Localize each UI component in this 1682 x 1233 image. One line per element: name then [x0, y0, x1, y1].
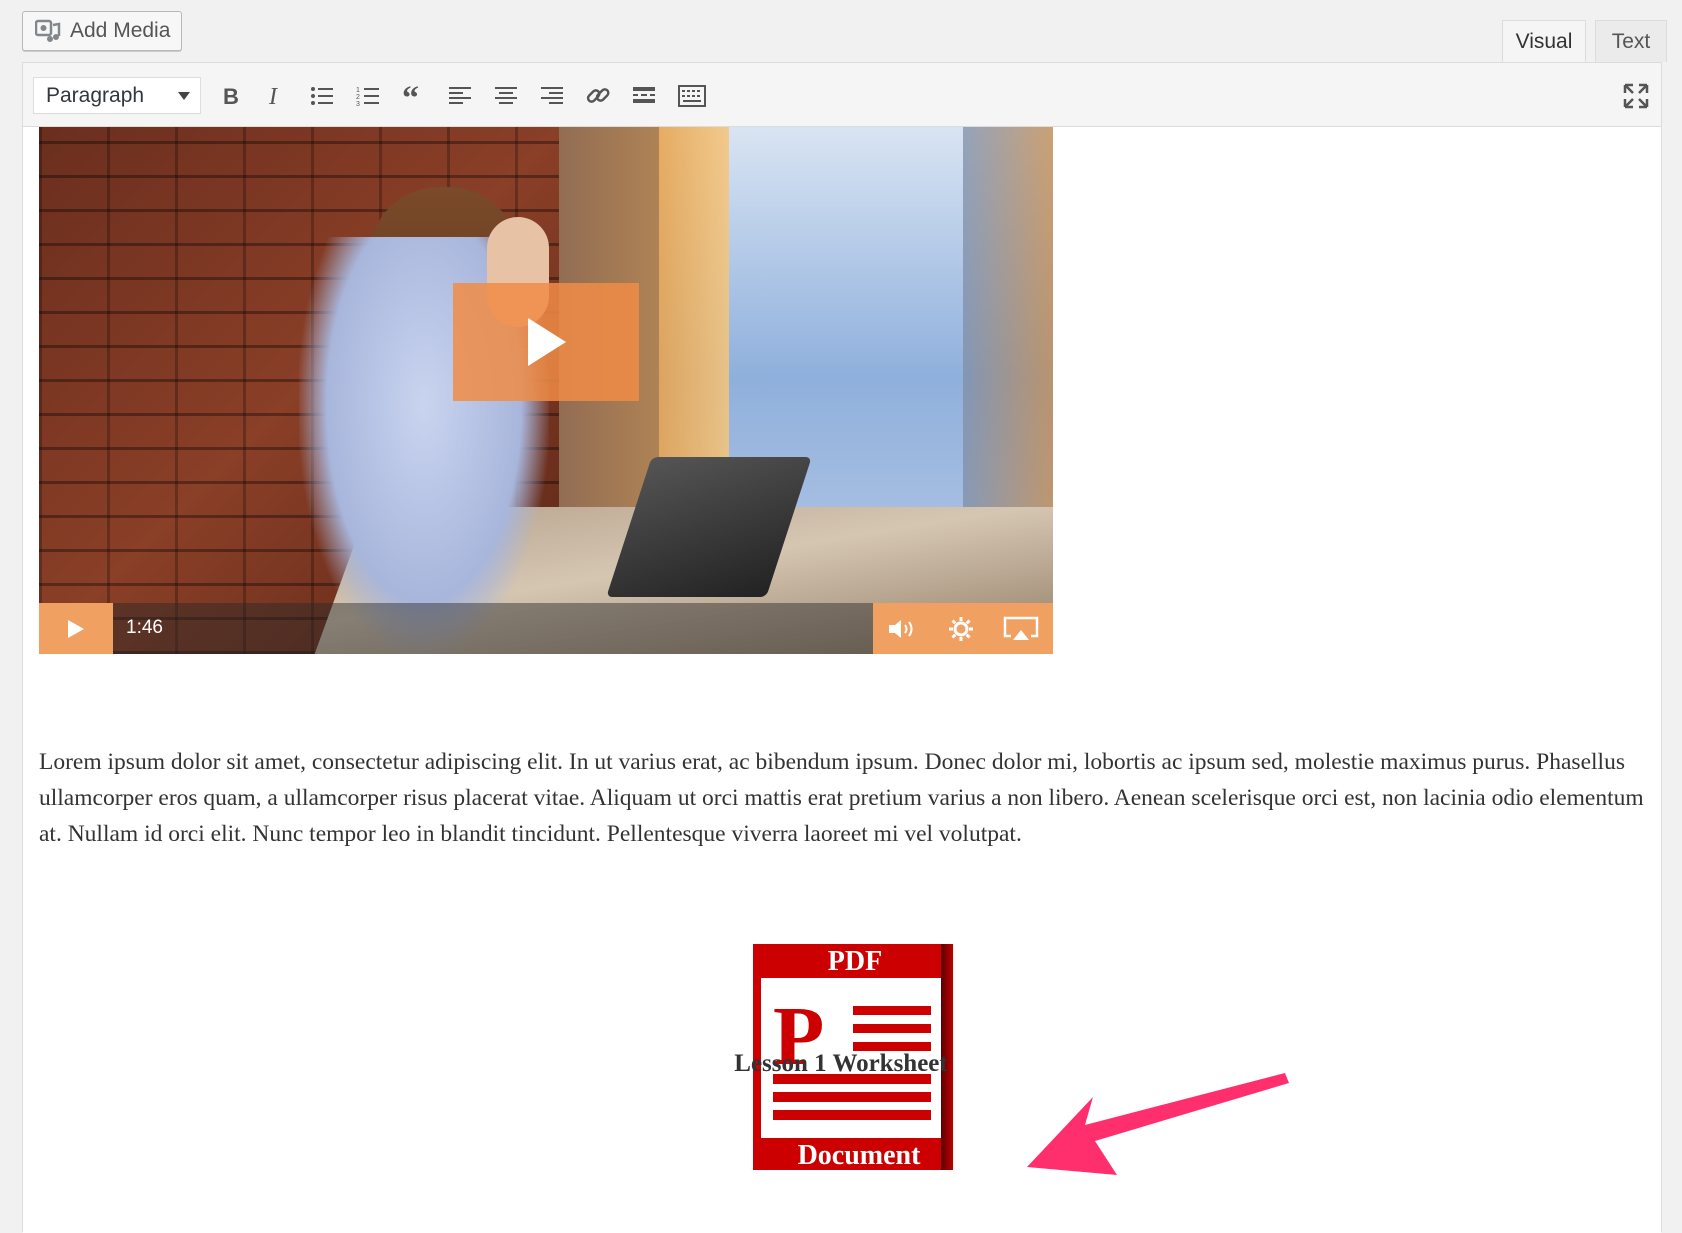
bulleted-list-button[interactable] — [305, 79, 339, 113]
svg-text:“: “ — [402, 85, 419, 107]
play-icon — [528, 318, 566, 366]
toolbar-toggle-button[interactable] — [675, 79, 709, 113]
italic-button[interactable]: I — [259, 79, 293, 113]
svg-text:1: 1 — [356, 87, 360, 94]
svg-text:2: 2 — [356, 94, 360, 101]
align-center-button[interactable] — [489, 79, 523, 113]
expand-icon — [1623, 83, 1649, 109]
read-more-button[interactable] — [627, 79, 661, 113]
add-media-label: Add Media — [70, 19, 171, 42]
lorem-paragraph: Lorem ipsum dolor sit amet, consectetur … — [39, 749, 1644, 847]
align-left-icon — [449, 87, 471, 104]
read-more-icon — [633, 87, 655, 103]
add-media-button[interactable]: Add Media — [22, 11, 182, 51]
editor-toolbar: Paragraph B I 1 2 3 “ — [23, 63, 1661, 127]
video-player[interactable]: 1:46 — [39, 127, 1053, 654]
keyboard-icon — [678, 85, 706, 107]
fullscreen-button[interactable] — [1619, 79, 1653, 113]
video-time: 1:46 — [126, 617, 163, 638]
numbered-list-icon: 1 2 3 — [356, 87, 379, 107]
blockquote-icon: “ — [402, 85, 419, 107]
format-select-value: Paragraph — [46, 83, 145, 107]
svg-text:3: 3 — [356, 101, 360, 107]
airplay-icon[interactable] — [1003, 616, 1039, 642]
svg-text:B: B — [223, 85, 239, 107]
video-controls: 1:46 — [39, 603, 1053, 654]
chevron-down-icon — [178, 92, 190, 100]
align-right-button[interactable] — [535, 79, 569, 113]
video-play-overlay-button[interactable] — [453, 283, 639, 401]
play-icon — [68, 619, 84, 638]
insert-link-button[interactable] — [581, 79, 615, 113]
italic-icon: I — [268, 85, 278, 107]
align-center-icon — [495, 87, 517, 104]
tab-visual[interactable]: Visual — [1502, 20, 1586, 62]
gear-icon[interactable] — [948, 616, 974, 642]
media-icon — [35, 19, 61, 43]
format-select[interactable]: Paragraph — [33, 77, 201, 114]
video-play-button[interactable] — [39, 603, 113, 654]
svg-text:PDF: PDF — [828, 946, 882, 977]
pink-arrow-annotation — [1027, 1073, 1289, 1175]
bulleted-list-icon — [311, 87, 333, 105]
blockquote-button[interactable]: “ — [397, 79, 431, 113]
pdf-caption: Lesson 1 Worksheet — [734, 1050, 948, 1077]
link-icon — [586, 88, 610, 103]
align-right-icon — [541, 87, 563, 104]
svg-text:I: I — [268, 85, 278, 107]
numbered-list-button[interactable]: 1 2 3 — [351, 79, 385, 113]
bold-button[interactable]: B — [213, 79, 247, 113]
svg-text:Document: Document — [798, 1140, 922, 1170]
align-left-button[interactable] — [443, 79, 477, 113]
tab-text[interactable]: Text — [1595, 20, 1667, 62]
bold-icon: B — [223, 85, 239, 107]
video-controls-right — [873, 603, 1053, 654]
volume-icon[interactable] — [887, 617, 919, 641]
